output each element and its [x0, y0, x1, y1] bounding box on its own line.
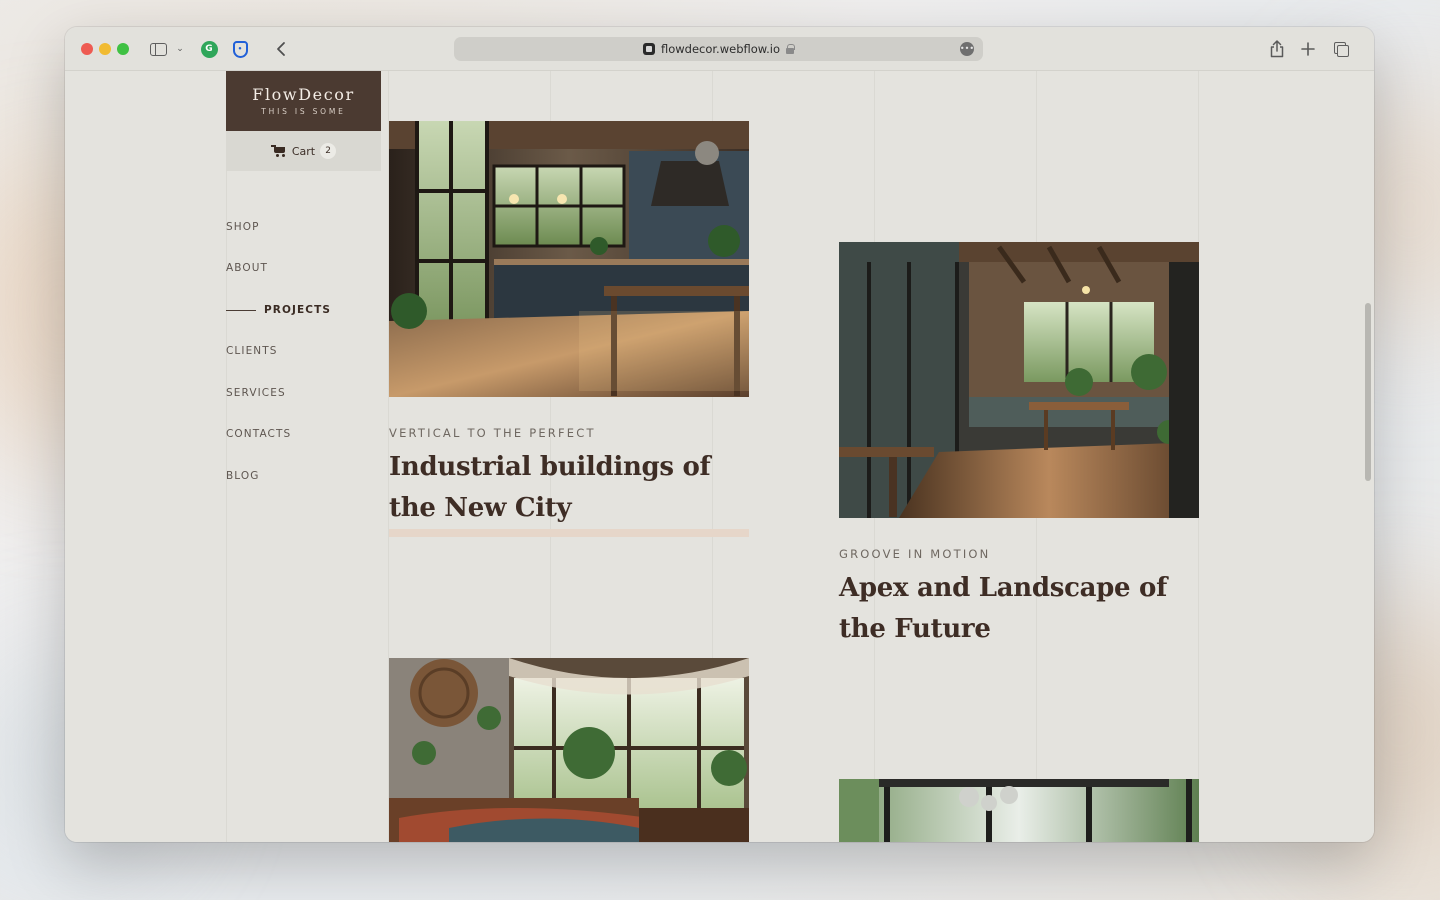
project-card[interactable] — [389, 658, 749, 842]
page-scrollbar[interactable] — [1365, 303, 1371, 481]
project-eyebrow: VERTICAL TO THE PERFECT — [389, 426, 596, 440]
project-image-rustic-kitchen[interactable] — [839, 242, 1199, 518]
nav-item-services[interactable]: SERVICES — [226, 387, 286, 399]
chevron-down-icon[interactable]: ⌄ — [174, 39, 186, 59]
grammarly-extension-icon[interactable]: G — [200, 39, 218, 59]
url-text: flowdecor.webflow.io — [660, 42, 781, 56]
project-card[interactable]: GROOVE IN MOTION Apex and Landscape of t… — [839, 242, 1199, 644]
brand-name: FlowDecor — [252, 85, 355, 104]
nav-item-about[interactable]: ABOUT — [226, 262, 268, 274]
project-image-glass-room[interactable] — [839, 779, 1199, 842]
grid-line — [226, 71, 227, 842]
project-title[interactable]: Industrial buildings of the New City — [389, 447, 759, 529]
active-nav-indicator — [226, 310, 256, 311]
lock-icon — [786, 44, 796, 54]
nav-item-contacts[interactable]: CONTACTS — [226, 428, 291, 440]
site-favicon-icon — [642, 43, 655, 55]
project-card[interactable]: VERTICAL TO THE PERFECT Industrial build… — [389, 121, 749, 537]
browser-window: ⌄ G • flowdecor.webflow.io ••• FlowDecor… — [65, 27, 1374, 842]
tab-overview-icon[interactable] — [1333, 39, 1351, 59]
address-bar[interactable]: flowdecor.webflow.io ••• — [454, 37, 983, 61]
close-window-button[interactable] — [81, 43, 93, 55]
hover-underline — [389, 529, 749, 537]
more-options-icon[interactable]: ••• — [960, 42, 974, 56]
new-tab-plus-icon[interactable] — [1300, 39, 1316, 59]
sidebar-toggle-icon[interactable] — [149, 39, 167, 59]
back-arrow-icon[interactable] — [273, 39, 289, 59]
nav-item-blog[interactable]: BLOG — [226, 470, 259, 482]
project-eyebrow: GROOVE IN MOTION — [839, 547, 991, 561]
bitwarden-extension-icon[interactable]: • — [231, 39, 249, 59]
cart-label: Cart — [291, 144, 316, 158]
browser-toolbar: ⌄ G • flowdecor.webflow.io ••• — [65, 27, 1374, 71]
project-image-kitchen[interactable] — [389, 121, 749, 397]
project-title[interactable]: Apex and Landscape of the Future — [839, 568, 1209, 650]
cart-button[interactable]: Cart 2 — [226, 131, 381, 171]
minimize-window-button[interactable] — [99, 43, 111, 55]
cart-count-badge: 2 — [320, 143, 337, 159]
project-card[interactable] — [839, 779, 1199, 842]
project-image-bedroom[interactable] — [389, 658, 749, 842]
cart-icon — [270, 144, 287, 158]
share-icon[interactable] — [1269, 39, 1285, 59]
zoom-window-button[interactable] — [117, 43, 129, 55]
brand-logo[interactable]: FlowDecor THIS IS SOME — [226, 71, 381, 131]
nav-item-shop[interactable]: SHOP — [226, 221, 260, 233]
webpage-content: FlowDecor THIS IS SOME Cart 2 SHOP ABOUT… — [65, 71, 1374, 842]
nav-item-clients[interactable]: CLIENTS — [226, 345, 278, 357]
nav-item-projects[interactable]: PROJECTS — [264, 304, 331, 316]
brand-tagline: THIS IS SOME — [261, 107, 346, 116]
